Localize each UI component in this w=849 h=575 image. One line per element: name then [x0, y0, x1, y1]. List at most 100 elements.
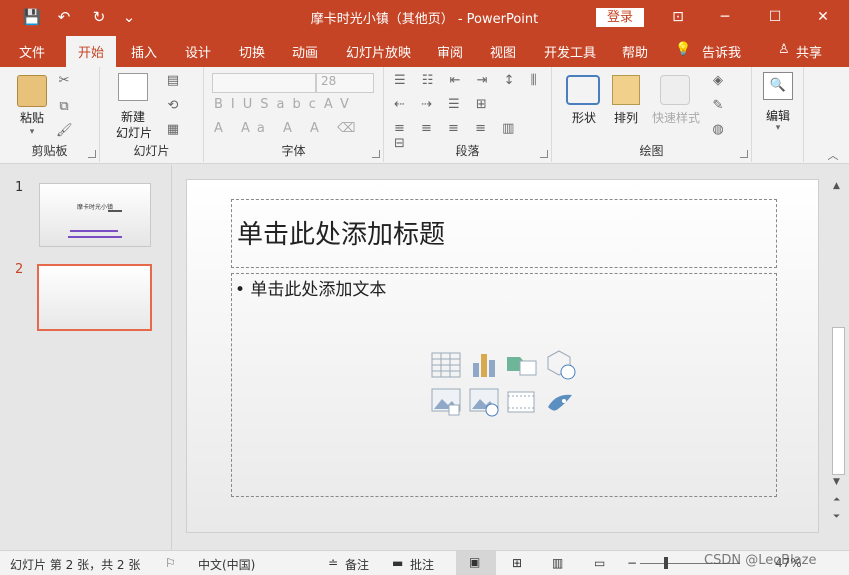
tab-slideshow[interactable]: 幻灯片放映 [346, 42, 411, 61]
normal-view-icon: ▣ [469, 555, 481, 569]
tab-animations[interactable]: 动画 [292, 42, 318, 61]
next-slide-icon[interactable]: ⏷ [833, 512, 840, 522]
customize-qat-icon[interactable]: ⌄ [118, 7, 140, 27]
font-group-label: 字体 [281, 144, 306, 158]
tab-review[interactable]: 审阅 [437, 42, 463, 61]
title-bar: 💾 ↶ ↻ ⌄ 摩卡时光小镇（其他页） - PowerPoint 登录 ⊡ ─ … [0, 0, 849, 34]
font-name-combo[interactable] [212, 73, 316, 93]
insert-3d-model-icon[interactable] [545, 349, 576, 380]
tab-home[interactable]: 开始 [66, 36, 117, 67]
comments-icon[interactable]: ▬ [392, 556, 403, 570]
thumbnail-line [68, 236, 122, 238]
redo-icon[interactable]: ↻ [88, 7, 110, 27]
ribbon-display-icon[interactable]: ⊡ [656, 0, 700, 34]
thumbnail-line [108, 210, 122, 212]
thumbnail-title: 摩卡时光小镇 [76, 204, 113, 211]
thumbnail-number: 2 [15, 262, 24, 277]
clipboard-group-label: 剪贴板 [31, 144, 68, 158]
slide-sorter-icon[interactable]: ⊞ [512, 556, 522, 570]
font-group: 28 BIUSabcAV A Aa A A ⌫ 字体 [204, 67, 384, 162]
format-painter-icon[interactable]: 🖌 [56, 123, 73, 138]
chevron-down-icon[interactable]: ▾ [772, 123, 784, 133]
layout-icon[interactable]: ▤ [162, 73, 184, 88]
section-icon[interactable]: ▦ [162, 122, 184, 137]
spellcheck-icon[interactable]: ⚐ [165, 556, 176, 570]
tab-transitions[interactable]: 切换 [239, 42, 265, 61]
notes-icon[interactable]: ≐ [328, 556, 338, 570]
signin-button[interactable]: 登录 [596, 8, 644, 27]
scroll-thumb[interactable] [832, 327, 845, 475]
paragraph-launcher[interactable] [540, 150, 548, 158]
share-button[interactable]: 共享 [796, 42, 822, 61]
arrange-icon[interactable] [612, 75, 640, 105]
tab-file[interactable]: 文件 [19, 42, 45, 61]
notes-button[interactable]: 备注 [345, 556, 369, 573]
paste-button[interactable]: 粘贴 [14, 109, 50, 126]
slide-thumbnail-1[interactable]: 摩卡时光小镇 [39, 183, 151, 247]
minimize-button[interactable]: ─ [703, 0, 747, 34]
chevron-down-icon[interactable]: ▾ [26, 127, 38, 137]
shapes-icon[interactable] [566, 75, 600, 105]
maximize-button[interactable]: ☐ [753, 0, 797, 34]
share-icon[interactable]: ♙ [778, 42, 790, 57]
tell-me-search[interactable]: 告诉我 [702, 42, 741, 61]
find-icon[interactable]: 🔍 [763, 72, 793, 100]
insert-online-picture-icon[interactable] [469, 387, 499, 417]
previous-slide-icon[interactable]: ⏶ [833, 495, 840, 505]
slide-counter: 幻灯片 第 2 张，共 2 张 [10, 558, 141, 572]
copy-icon[interactable]: ⧉ [56, 99, 72, 114]
ribbon-tabs: 文件 开始 插入 设计 切换 动画 幻灯片放映 审阅 视图 开发工具 帮助 💡 … [0, 34, 849, 67]
font-color-icons[interactable]: A Aa A A ⌫ [214, 121, 364, 136]
slide-thumbnail-2[interactable] [37, 264, 152, 331]
vertical-scrollbar[interactable]: ▲ ▼ ⏶ ⏷ [830, 179, 847, 533]
undo-icon[interactable]: ↶ [53, 7, 75, 27]
zoom-out-icon[interactable]: − [627, 556, 637, 570]
insert-chart-icon[interactable] [469, 351, 499, 379]
insert-smartart-icon[interactable] [506, 351, 537, 379]
font-style-icons[interactable]: BIUSabcAV [214, 97, 364, 112]
reading-view-icon[interactable]: ▥ [552, 556, 563, 570]
title-placeholder-text: 单击此处添加标题 [237, 220, 446, 250]
tab-view[interactable]: 视图 [490, 42, 516, 61]
reset-icon[interactable]: ⟲ [162, 98, 184, 113]
insert-picture-icon[interactable] [431, 387, 461, 416]
indent-icons[interactable]: ⇠ ⇢ ☰ ⊞ [394, 97, 544, 112]
arrange-button[interactable]: 排列 [608, 109, 644, 126]
list-icons[interactable]: ☰ ☷ ⇤ ⇥ ↕ ⫼ [394, 73, 544, 88]
zoom-slider-thumb[interactable] [664, 557, 668, 569]
shape-effects-icon[interactable]: ◍ [708, 122, 728, 137]
normal-view-button[interactable]: ▣ [456, 551, 496, 575]
font-size-combo[interactable]: 28 [316, 73, 374, 93]
language-indicator[interactable]: 中文(中国) [198, 556, 255, 573]
insert-table-icon[interactable] [431, 351, 461, 379]
slideshow-icon[interactable]: ▭ [594, 556, 605, 570]
tab-developer[interactable]: 开发工具 [544, 42, 596, 61]
collapse-ribbon-icon[interactable]: ︿ [826, 147, 840, 163]
clipboard-group: 粘贴 ▾ ✂ ⧉ 🖌 剪贴板 [0, 67, 100, 162]
shapes-button[interactable]: 形状 [564, 109, 604, 126]
shape-fill-icon[interactable]: ◈ [708, 73, 728, 88]
insert-video-icon[interactable] [507, 388, 537, 416]
quick-styles-icon[interactable] [660, 75, 690, 105]
save-icon[interactable]: 💾 [21, 7, 43, 27]
font-launcher[interactable] [372, 150, 380, 158]
editing-button[interactable]: 编辑 [758, 107, 798, 124]
new-slide-icon[interactable] [118, 73, 148, 101]
new-slide-label-2[interactable]: 幻灯片 [106, 124, 162, 141]
close-button[interactable]: ✕ [801, 0, 845, 34]
comments-button[interactable]: 批注 [410, 556, 434, 573]
insert-icons-icon[interactable] [544, 387, 574, 415]
paste-icon[interactable] [17, 75, 47, 107]
quick-styles-button[interactable]: 快速样式 [648, 109, 704, 126]
new-slide-label-1[interactable]: 新建 [108, 108, 158, 125]
drawing-launcher[interactable] [740, 150, 748, 158]
clipboard-launcher[interactable] [88, 150, 96, 158]
content-placeholder[interactable] [231, 273, 777, 497]
cut-icon[interactable]: ✂ [56, 73, 72, 88]
tab-insert[interactable]: 插入 [131, 42, 157, 61]
scroll-up-icon[interactable]: ▲ [833, 181, 840, 191]
shape-outline-icon[interactable]: ✎ [708, 98, 728, 113]
tab-help[interactable]: 帮助 [622, 42, 648, 61]
tab-design[interactable]: 设计 [185, 42, 211, 61]
scroll-down-icon[interactable]: ▼ [833, 477, 840, 487]
